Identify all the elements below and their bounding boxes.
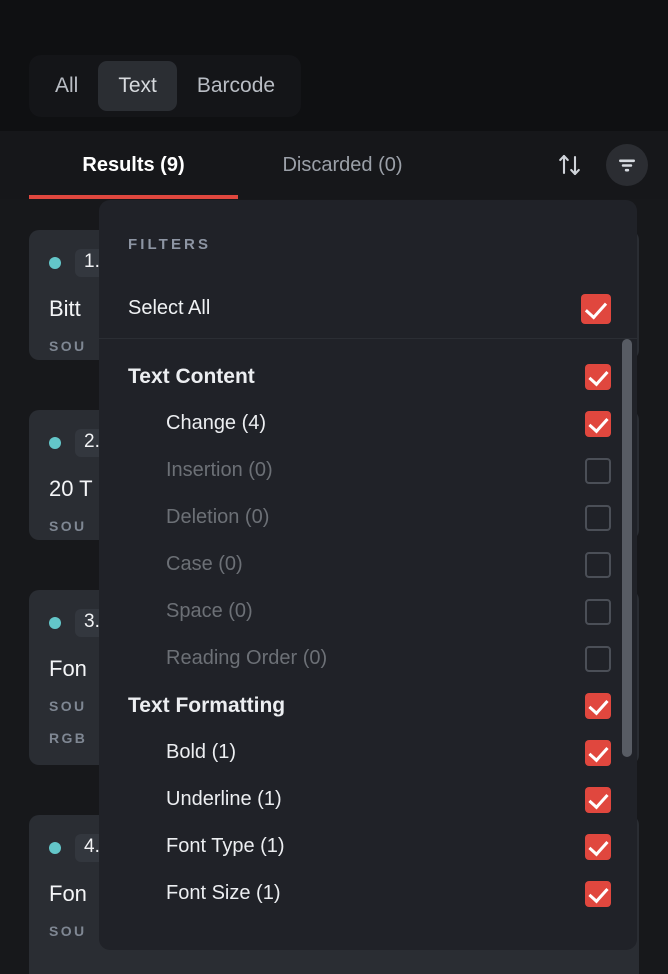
filter-item-case: Case (0) [99, 541, 637, 588]
filter-item-checkbox[interactable] [585, 786, 611, 813]
filters-scroll-area: Text Content Change (4) Insertion (0) De… [99, 339, 637, 950]
filter-item-label: Bold (1) [166, 741, 237, 763]
filters-scrollbar-thumb[interactable] [622, 339, 632, 757]
active-tab-indicator [29, 195, 238, 199]
status-dot-icon [49, 257, 61, 269]
filter-type-segmented-control[interactable]: All Text Barcode [29, 55, 302, 117]
segment-text[interactable]: Text [98, 61, 177, 111]
segment-barcode[interactable]: Barcode [177, 61, 295, 111]
select-all-label: Select All [128, 297, 211, 319]
filter-item-checkbox[interactable] [585, 833, 611, 860]
filters-panel: FILTERS Select All Text Content Change (… [99, 200, 637, 950]
filter-funnel-icon[interactable] [606, 144, 648, 186]
tab-results[interactable]: Results (9) [29, 131, 238, 199]
filter-item-reading-order: Reading Order (0) [99, 635, 637, 682]
filter-item-label: Underline (1) [166, 788, 282, 810]
status-dot-icon [49, 842, 61, 854]
filter-item-checkbox[interactable] [585, 410, 611, 437]
filter-item-checkbox [585, 504, 611, 531]
filter-item-space: Space (0) [99, 588, 637, 635]
filter-item-change[interactable]: Change (4) [99, 400, 637, 447]
filter-item-label: Font Size (1) [166, 882, 281, 904]
select-all-checkbox[interactable] [581, 293, 611, 324]
tab-discarded[interactable]: Discarded (0) [238, 131, 447, 199]
filter-item-bold[interactable]: Bold (1) [99, 729, 637, 776]
filter-item-label: Space (0) [166, 600, 253, 622]
filter-group-checkbox[interactable] [585, 692, 611, 719]
filter-item-checkbox [585, 598, 611, 625]
filter-item-checkbox [585, 457, 611, 484]
filter-item-font-size[interactable]: Font Size (1) [99, 870, 637, 917]
filter-group-checkbox[interactable] [585, 363, 611, 390]
app-root: 1. Bitt SOU 2. 20 T SOU 3. Fon SOU RGB 4… [0, 0, 668, 974]
segment-all[interactable]: All [35, 61, 98, 111]
filter-item-label: Deletion (0) [166, 506, 270, 528]
filter-item-label: Reading Order (0) [166, 647, 328, 669]
filter-item-deletion: Deletion (0) [99, 494, 637, 541]
filter-group-label: Text Formatting [128, 693, 286, 717]
sort-arrows-icon[interactable] [554, 149, 586, 181]
select-all-row[interactable]: Select All [99, 279, 637, 339]
tab-bar: Results (9) Discarded (0) [0, 131, 668, 199]
filter-group-label: Text Content [128, 364, 255, 388]
filter-item-checkbox [585, 551, 611, 578]
filter-item-label: Insertion (0) [166, 459, 273, 481]
filter-group-text-content[interactable]: Text Content [99, 353, 637, 400]
filter-item-checkbox [585, 645, 611, 672]
filters-panel-title: FILTERS [128, 236, 212, 253]
filter-item-label: Change (4) [166, 412, 267, 434]
filter-group-text-formatting[interactable]: Text Formatting [99, 682, 637, 729]
filter-item-checkbox[interactable] [585, 880, 611, 907]
filter-item-font-type[interactable]: Font Type (1) [99, 823, 637, 870]
filter-item-underline[interactable]: Underline (1) [99, 776, 637, 823]
filter-item-checkbox[interactable] [585, 739, 611, 766]
filter-item-label: Font Type (1) [166, 835, 285, 857]
status-dot-icon [49, 617, 61, 629]
status-dot-icon [49, 437, 61, 449]
filter-item-label: Case (0) [166, 553, 243, 575]
filter-item-insertion: Insertion (0) [99, 447, 637, 494]
